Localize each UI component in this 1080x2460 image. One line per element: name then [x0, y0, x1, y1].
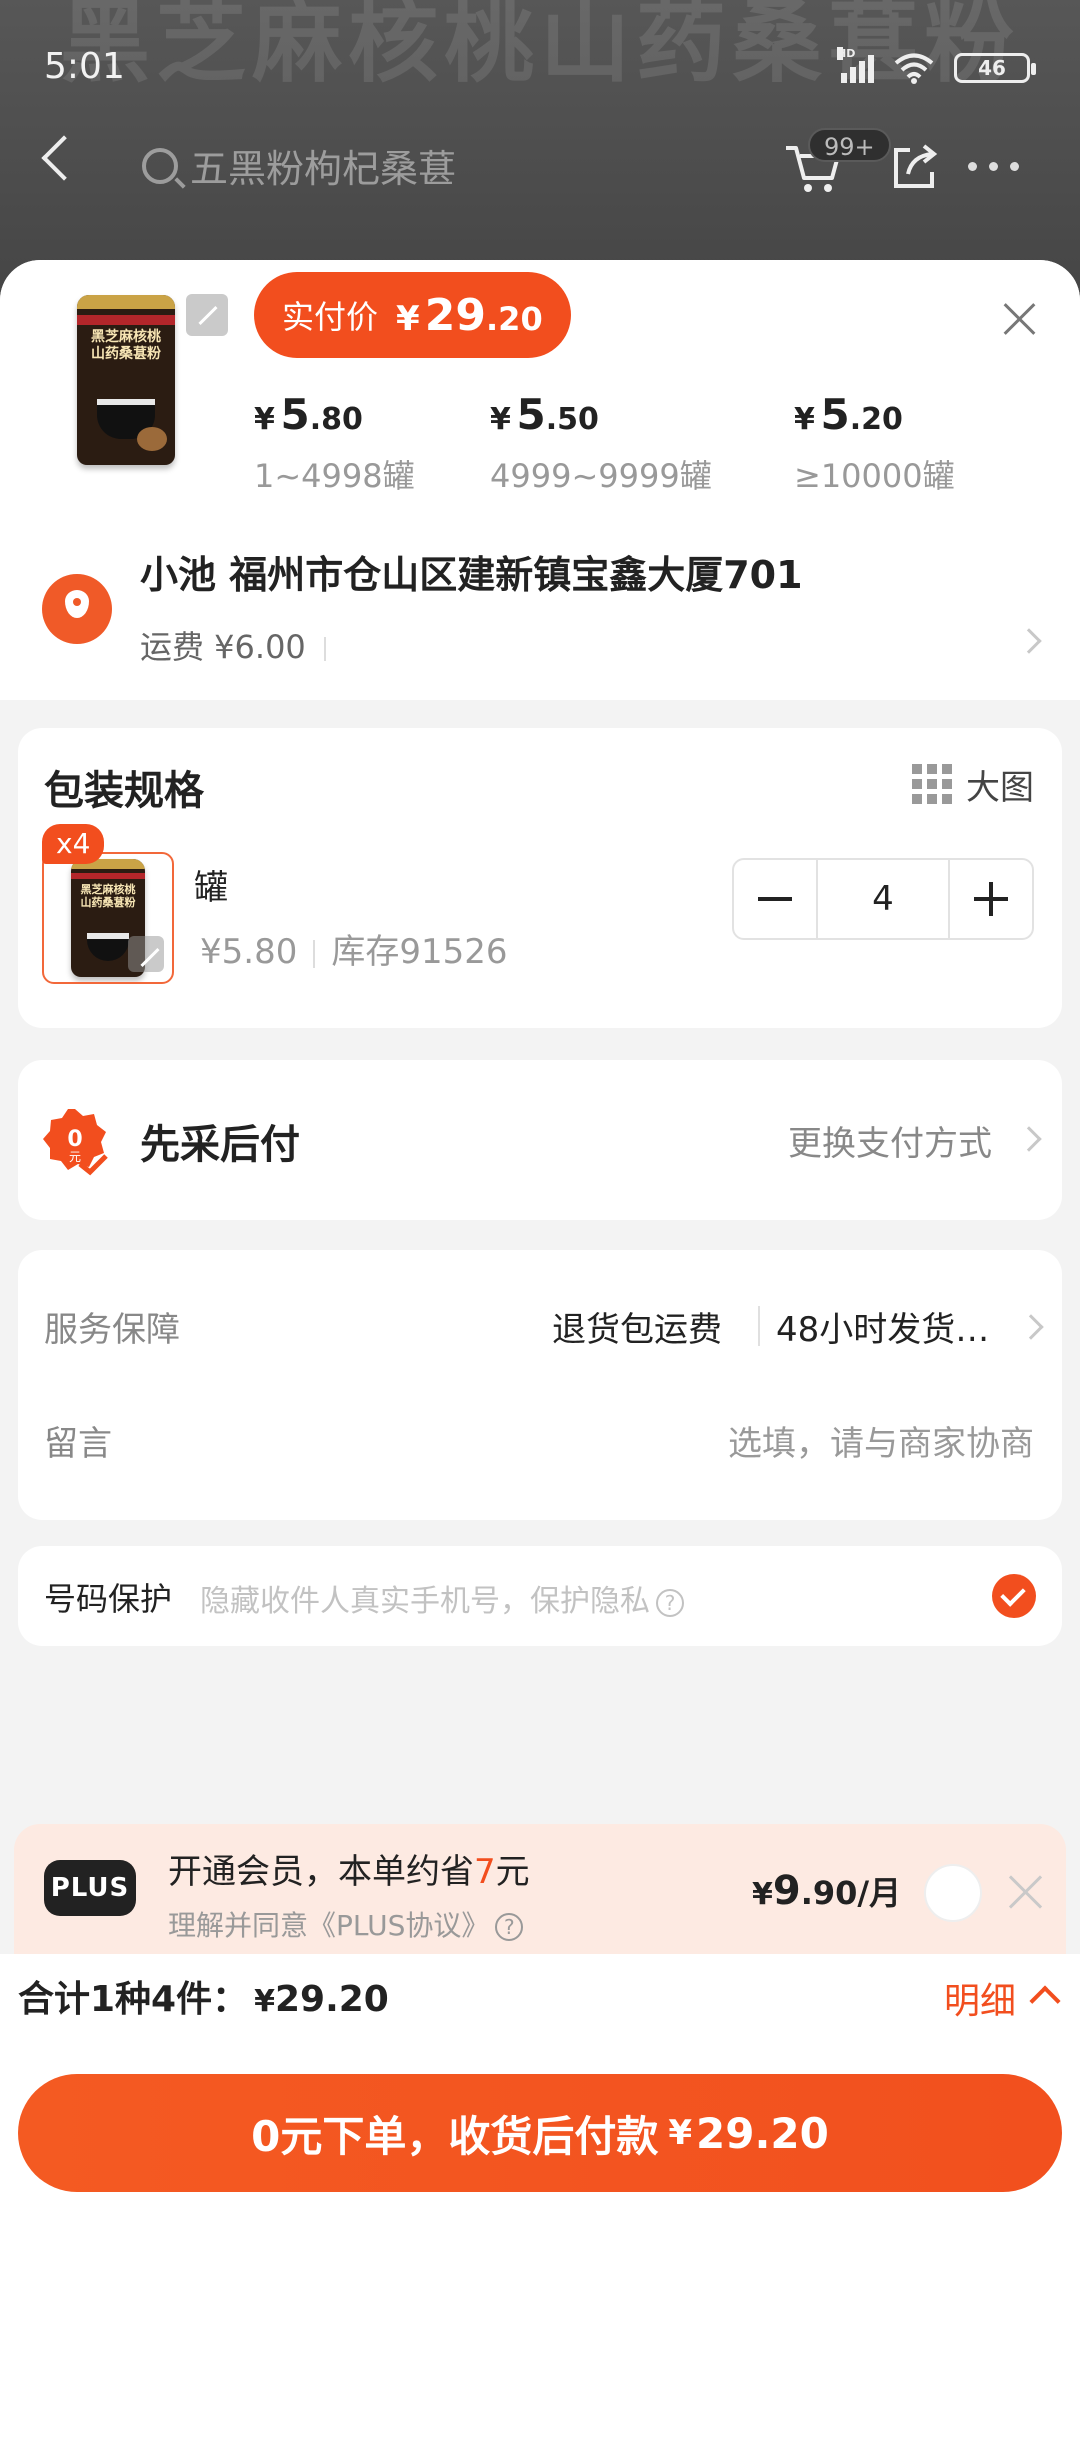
chevron-right-icon: [1016, 1126, 1042, 1152]
service-label: 服务保障: [44, 1310, 180, 1350]
help-icon[interactable]: ?: [656, 1588, 684, 1617]
price-tier: ¥ 5.80 1~4998罐: [254, 390, 415, 495]
spec-card: 包装规格 大图 黑芝麻核桃 山药桑葚粉 x4 罐 ¥5.80 库存91526 4: [18, 728, 1062, 1028]
spec-title: 包装规格: [44, 768, 204, 814]
price-tier: ¥ 5.50 4999~9999罐: [490, 390, 712, 495]
quantity-value[interactable]: 4: [816, 860, 950, 938]
chevron-up-icon[interactable]: [1029, 1985, 1061, 2017]
actual-price-label: 实付价: [282, 298, 379, 336]
search-text: 五黑粉枸杞桑葚: [190, 147, 457, 191]
signal-icon: HD: [837, 47, 874, 83]
wifi-icon: [894, 53, 934, 84]
spec-option-meta: ¥5.80 库存91526: [200, 924, 508, 973]
close-icon[interactable]: [1002, 300, 1038, 336]
location-pin-icon: [42, 574, 112, 644]
product-can-image: 黑芝麻核桃 山药桑葚粉: [77, 295, 175, 465]
back-icon[interactable]: [41, 135, 87, 181]
quantity-stepper[interactable]: 4: [732, 858, 1034, 940]
product-image[interactable]: 黑芝麻核桃 山药桑葚粉: [36, 290, 228, 470]
plus-membership-bar: PLUS 开通会员，本单约省7元 理解并同意《PLUS协议》? ¥9.90/月: [0, 1824, 1080, 1954]
place-order-button[interactable]: 0元下单，收货后付款 ¥29.20: [18, 2074, 1062, 2192]
number-protection-card: 号码保护 隐藏收件人真实手机号，保护隐私?: [18, 1546, 1062, 1646]
battery-icon: 46: [954, 53, 1036, 83]
svg-text:元: 元: [69, 1150, 81, 1164]
change-payment-link[interactable]: 更换支付方式: [788, 1116, 992, 1165]
address-text: 小池 福州市仓山区建新镇宝鑫大厦701: [140, 553, 803, 597]
product-header: 黑芝麻核桃 山药桑葚粉 实付价 ¥ 29.20 ¥ 5.80 1~4998罐 ¥ …: [0, 260, 1080, 510]
spec-option-price: ¥5.80: [200, 932, 298, 972]
grid-icon[interactable]: [912, 764, 952, 804]
message-label: 留言: [44, 1424, 112, 1464]
close-icon[interactable]: [1006, 1872, 1046, 1912]
pay-later-icon: 0 元: [43, 1109, 108, 1176]
plus-price: ¥9.90/月: [752, 1868, 902, 1914]
top-nav: 五黑粉枸杞桑葚 99+: [0, 128, 1080, 208]
detail-button[interactable]: 明细: [944, 1972, 1016, 2024]
actual-price-currency: ¥: [396, 298, 420, 339]
help-icon[interactable]: ?: [495, 1913, 524, 1941]
plus-title: 开通会员，本单约省7元: [168, 1852, 530, 1892]
service-return-shipping[interactable]: 退货包运费: [552, 1302, 722, 1351]
spec-option-image[interactable]: 黑芝麻核桃 山药桑葚粉: [42, 852, 174, 984]
plus-badge: PLUS: [44, 1860, 136, 1916]
spec-option-name: 罐: [194, 868, 228, 908]
decrease-button[interactable]: [734, 860, 816, 938]
payment-method-label: 先采后付: [140, 1122, 300, 1168]
actual-price-decimal: .20: [486, 299, 543, 338]
more-icon[interactable]: [968, 162, 1019, 171]
chevron-right-icon: [1018, 1314, 1044, 1340]
battery-level: 46: [978, 56, 1006, 80]
share-icon[interactable]: [890, 142, 940, 192]
network-label: HD: [837, 47, 856, 60]
service-ship-time[interactable]: 48小时发货…: [776, 1302, 989, 1351]
checkbox-checked-icon[interactable]: [992, 1574, 1036, 1618]
address-row[interactable]: 小池 福州市仓山区建新镇宝鑫大厦701 运费 ¥6.00: [0, 510, 1080, 700]
search-bar[interactable]: 五黑粉枸杞桑葚: [142, 138, 456, 193]
cart-badge: 99+: [808, 128, 891, 162]
price-tier-range: ≥10000罐: [794, 457, 955, 495]
actual-price-integer: 29: [424, 289, 487, 341]
increase-button[interactable]: [950, 860, 1032, 938]
actual-price-pill: 实付价 ¥ 29.20: [254, 272, 571, 358]
plus-select-radio[interactable]: [924, 1864, 982, 1922]
shipping-fee: 运费 ¥6.00: [140, 622, 326, 668]
expand-icon[interactable]: [186, 294, 228, 336]
plus-agreement[interactable]: 理解并同意《PLUS协议》?: [168, 1904, 524, 1944]
number-protection-label: 号码保护: [44, 1580, 173, 1618]
message-input[interactable]: 选填，请与商家协商: [728, 1416, 1034, 1465]
svg-text:0: 0: [67, 1127, 82, 1152]
quantity-badge: x4: [42, 824, 105, 864]
order-footer: 合计1种4件： ¥29.20 明细 0元下单，收货后付款 ¥29.20: [0, 1954, 1080, 2460]
search-icon: [142, 147, 178, 184]
number-protection-desc: 隐藏收件人真实手机号，保护隐私?: [200, 1576, 684, 1620]
status-time: 5:01: [44, 46, 125, 87]
big-view-button[interactable]: 大图: [966, 760, 1034, 809]
status-bar: 5:01 HD 46: [0, 0, 1080, 130]
price-tier-range: 4999~9999罐: [490, 457, 712, 495]
price-tier: ¥ 5.20 ≥10000罐: [794, 390, 955, 495]
service-card: 服务保障 退货包运费 48小时发货… 留言 选填，请与商家协商: [18, 1250, 1062, 1520]
payment-method-card[interactable]: 0 元 先采后付 更换支付方式: [18, 1060, 1062, 1220]
price-tier-range: 1~4998罐: [254, 457, 415, 495]
status-icons: HD 46: [837, 47, 1036, 84]
order-summary: 合计1种4件： ¥29.20: [18, 1979, 389, 2020]
spec-option-stock: 库存91526: [331, 932, 508, 972]
expand-icon[interactable]: [128, 936, 164, 972]
chevron-right-icon: [1016, 628, 1042, 654]
